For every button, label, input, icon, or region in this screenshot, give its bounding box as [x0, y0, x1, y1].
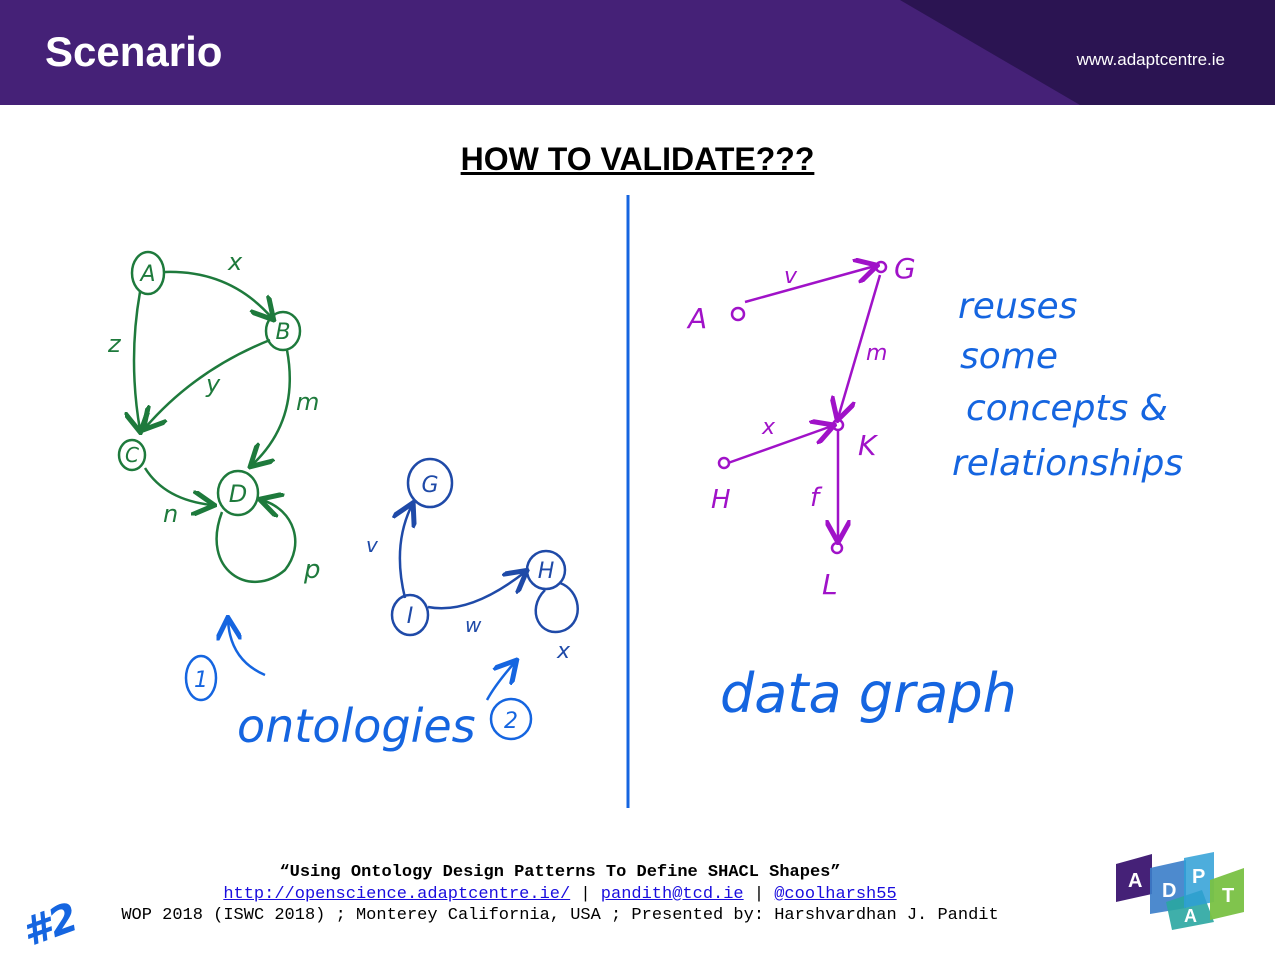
node-h-label: H — [538, 559, 555, 584]
data-node-g-label: G — [894, 252, 916, 285]
node-a-label: A — [138, 262, 155, 287]
data-node-k-label: K — [858, 429, 879, 462]
data-node-a — [730, 306, 746, 322]
note-line-3: concepts & — [966, 388, 1168, 429]
twitter-link[interactable]: @coolharsh55 — [774, 885, 896, 904]
data-node-h — [717, 456, 731, 470]
data-edge-x: x — [761, 415, 776, 440]
edge-label-v: v — [366, 533, 379, 557]
edge-label-m: m — [296, 388, 319, 416]
node-c-label: C — [125, 443, 139, 467]
handwritten-diagram: A B C D x z y m n p G H I v w x 1 2 onto… — [16, 195, 1183, 956]
data-graph-nodes: A G K H L v m x f — [686, 252, 916, 601]
data-node-k — [831, 418, 845, 432]
footer-venue: WOP 2018 (ISWC 2018) ; Monterey Californ… — [121, 906, 999, 925]
email-link[interactable]: pandith@tcd.ie — [601, 885, 744, 904]
data-node-l — [830, 541, 844, 555]
edge-label-w: w — [465, 613, 482, 637]
edge-label-z: z — [107, 330, 122, 358]
logo-letter-a: A — [1128, 870, 1142, 892]
footer-links: http://openscience.adaptcentre.ie/ | pan… — [60, 884, 1060, 906]
data-edge-m: m — [866, 341, 887, 366]
ontologies-annotation: 1 2 ontologies — [184, 620, 533, 753]
data-edge-f: f — [810, 483, 823, 513]
node-i-label: I — [407, 604, 414, 629]
logo-letter-t: T — [1222, 885, 1234, 907]
edge-label-y: y — [205, 370, 221, 398]
website-link[interactable]: http://openscience.adaptcentre.ie/ — [223, 885, 570, 904]
data-node-l-label: L — [822, 568, 838, 601]
note-line-2: some — [960, 336, 1058, 377]
data-node-a-label: A — [686, 302, 707, 335]
data-edge-v: v — [784, 264, 798, 289]
reuse-note: reuses some concepts & relationships — [952, 286, 1183, 484]
node-g-label: G — [421, 473, 438, 498]
data-graph — [727, 266, 880, 540]
logo-letter-d: D — [1162, 880, 1176, 902]
logo-letter-a2: A — [1184, 906, 1197, 926]
data-node-g — [874, 260, 888, 274]
logo-letter-p: P — [1192, 866, 1205, 888]
edge-label-p: p — [303, 555, 321, 585]
edge-label-x: x — [227, 248, 243, 276]
node-b-label: B — [275, 320, 290, 345]
marker-2: 2 — [504, 709, 518, 734]
note-line-4: relationships — [952, 443, 1183, 484]
footer-separator: | — [743, 884, 775, 904]
footer: “Using Ontology Design Patterns To Defin… — [60, 862, 1060, 927]
edge-label-n: n — [163, 500, 178, 528]
adapt-logo: A D A P T — [1116, 852, 1244, 930]
footer-title: “Using Ontology Design Patterns To Defin… — [279, 863, 841, 882]
edge-label-x2: x — [556, 639, 571, 664]
ontology-2-nodes: G H I v w x — [366, 457, 571, 664]
data-graph-caption: data graph — [720, 662, 1017, 725]
node-d-label: D — [229, 480, 247, 508]
data-node-h-label: H — [711, 485, 731, 515]
marker-1: 1 — [194, 668, 208, 693]
footer-separator: | — [570, 884, 601, 904]
note-line-1: reuses — [958, 286, 1077, 327]
ontologies-label: ontologies — [237, 699, 476, 753]
